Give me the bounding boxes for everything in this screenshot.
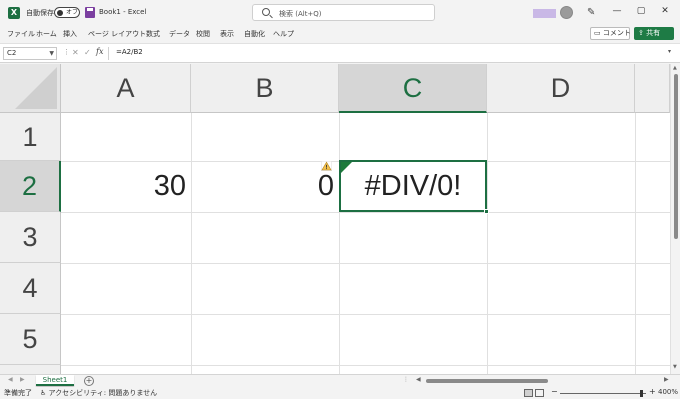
fill-handle[interactable]	[484, 209, 489, 214]
gridline	[61, 314, 670, 315]
gridline	[61, 263, 670, 264]
tab-data[interactable]: データ	[169, 29, 190, 39]
gridline	[61, 365, 670, 366]
cell-c2[interactable]: #DIV/0!	[339, 160, 487, 212]
zoom-slider[interactable]	[560, 390, 646, 397]
chevron-down-icon[interactable]: ▼	[49, 48, 54, 59]
sheet-tab-bar: ◀ ▶ Sheet1 + ⋮ ◀ ▶	[0, 374, 680, 387]
cell-b2[interactable]: 0	[191, 161, 339, 211]
name-box[interactable]: C2 ▼	[3, 47, 57, 60]
toggle-knob	[57, 9, 63, 16]
row-header-3[interactable]: 3	[0, 212, 61, 263]
zoom-in-button[interactable]: +	[649, 387, 656, 396]
autosave-state: オフ	[66, 9, 79, 16]
share-label: 共有	[646, 29, 661, 37]
column-header-e[interactable]	[635, 64, 670, 113]
search-icon	[262, 8, 270, 16]
scroll-up-icon[interactable]: ▲	[673, 65, 677, 71]
formula-divider	[108, 47, 109, 60]
zoom-slider-knob[interactable]	[640, 390, 643, 397]
status-ready: 準備完了	[4, 389, 32, 397]
column-header-d[interactable]: D	[487, 64, 635, 113]
tab-split-handle[interactable]: ⋮	[403, 376, 409, 383]
zoom-level[interactable]: 400%	[658, 388, 678, 396]
prev-sheet-icon[interactable]: ◀	[8, 376, 13, 383]
cancel-icon[interactable]: ✕	[72, 48, 79, 57]
tab-help[interactable]: ヘルプ	[273, 29, 294, 39]
accessibility-status[interactable]: ♿ アクセシビリティ: 問題ありません	[40, 388, 157, 398]
column-header-c[interactable]: C	[339, 64, 487, 113]
tab-insert[interactable]: 挿入	[63, 29, 77, 39]
save-icon[interactable]	[85, 7, 95, 18]
autosave-label: 自動保存	[26, 9, 54, 17]
gridline	[487, 113, 488, 374]
column-header-a[interactable]: A	[61, 64, 191, 113]
tab-automate[interactable]: 自動化	[244, 29, 265, 39]
vertical-scroll-thumb[interactable]	[674, 74, 678, 239]
scroll-down-icon[interactable]: ▼	[673, 364, 677, 370]
add-sheet-button[interactable]: +	[84, 376, 94, 386]
status-bar: 準備完了 ♿ アクセシビリティ: 問題ありません − + 400%	[0, 387, 680, 399]
row-header-5[interactable]: 5	[0, 314, 61, 365]
more-icon: ⋮	[63, 48, 70, 56]
formula-input[interactable]: =A2/B2	[116, 48, 143, 56]
gridline	[635, 113, 636, 374]
comment-icon: ▭	[594, 29, 601, 37]
excel-icon: X	[8, 7, 20, 19]
share-button[interactable]: ⇪ 共有	[634, 27, 674, 40]
expand-formula-icon[interactable]: ▾	[668, 48, 671, 55]
select-all-button[interactable]	[0, 64, 61, 113]
zoom-out-button[interactable]: −	[551, 387, 558, 396]
pen-icon[interactable]: ✎	[587, 7, 595, 18]
comment-button[interactable]: ▭ コメント	[590, 27, 631, 40]
gridline	[61, 212, 670, 213]
row-header-6[interactable]	[0, 365, 61, 374]
normal-view-button[interactable]	[524, 389, 533, 397]
worksheet-grid[interactable]: A B C D 1 2 3 4 5 30 0 #DIV/0!	[0, 64, 670, 374]
cell-a2[interactable]: 30	[61, 161, 191, 211]
document-title: Book1 - Excel	[99, 8, 147, 16]
tab-formulas[interactable]: 数式	[146, 29, 160, 39]
row-header-1[interactable]: 1	[0, 113, 61, 161]
maximize-button[interactable]: ▢	[634, 6, 648, 16]
account-name[interactable]	[533, 9, 556, 18]
gridline	[339, 113, 340, 374]
vertical-scrollbar[interactable]: ▲ ▼	[670, 64, 680, 374]
accessibility-label: アクセシビリティ: 問題ありません	[48, 389, 158, 397]
horizontal-scroll-thumb[interactable]	[426, 379, 548, 383]
sheet-tab-sheet1[interactable]: Sheet1	[36, 375, 74, 386]
enter-icon[interactable]: ✓	[84, 48, 91, 57]
ribbon-tabs: ファイル ホーム 挿入 ページ レイアウト 数式 データ 校閲 表示 自動化 ヘ…	[0, 26, 680, 43]
comment-label: コメント	[602, 29, 631, 37]
scroll-right-icon[interactable]: ▶	[664, 376, 669, 383]
error-indicator	[341, 162, 352, 173]
row-header-2[interactable]: 2	[0, 161, 61, 212]
name-box-value: C2	[7, 49, 17, 57]
next-sheet-icon[interactable]: ▶	[20, 376, 25, 383]
select-all-triangle	[15, 67, 57, 109]
row-header-4[interactable]: 4	[0, 263, 61, 314]
warning-icon[interactable]	[321, 161, 332, 171]
search-placeholder: 検索 (Alt+Q)	[279, 10, 322, 18]
formula-bar: C2 ▼ ⋮ ✕ ✓ fx =A2/B2 ▾	[0, 43, 680, 63]
tab-file[interactable]: ファイル	[7, 29, 35, 39]
minimize-button[interactable]: —	[610, 6, 624, 16]
gridline	[191, 113, 192, 374]
accessibility-icon: ♿	[40, 389, 47, 397]
title-bar: X 自動保存 オフ Book1 - Excel 検索 (Alt+Q) ✎ — ▢…	[0, 0, 680, 26]
share-icon: ⇪	[638, 29, 644, 37]
close-button[interactable]: ✕	[658, 6, 672, 16]
column-header-b[interactable]: B	[191, 64, 339, 113]
scroll-left-icon[interactable]: ◀	[416, 376, 421, 383]
avatar[interactable]	[560, 6, 573, 19]
tab-view[interactable]: 表示	[220, 29, 234, 39]
search-box[interactable]: 検索 (Alt+Q)	[252, 4, 435, 21]
autosave-toggle[interactable]: オフ	[54, 7, 80, 18]
insert-function-button[interactable]: fx	[96, 47, 103, 56]
tab-review[interactable]: 校閲	[196, 29, 210, 39]
tab-page-layout[interactable]: ページ レイアウト	[88, 29, 146, 39]
page-layout-view-button[interactable]	[535, 389, 544, 397]
tab-home[interactable]: ホーム	[36, 29, 57, 39]
